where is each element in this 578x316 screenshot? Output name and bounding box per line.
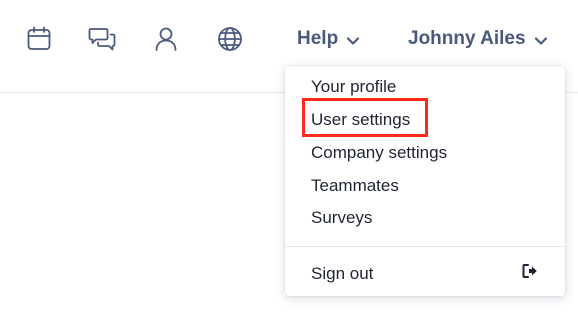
help-label: Help [297, 28, 339, 49]
help-menu-button[interactable]: Help [297, 28, 360, 50]
menu-divider [285, 246, 565, 247]
sign-out-icon[interactable] [521, 262, 539, 280]
globe-icon[interactable] [215, 24, 245, 54]
user-dropdown-menu: Your profile User settings Company setti… [285, 66, 565, 296]
user-icon[interactable] [151, 24, 181, 54]
menu-item-user-settings[interactable]: User settings [311, 110, 410, 130]
user-name: Johnny Ailes [408, 28, 526, 49]
chat-icon[interactable] [87, 24, 117, 54]
menu-item-surveys[interactable]: Surveys [311, 208, 372, 228]
chevron-down-icon [534, 32, 548, 46]
app-page: Help Johnny Ailes Your profile User sett… [0, 0, 578, 316]
menu-item-your-profile[interactable]: Your profile [311, 77, 396, 97]
calendar-icon[interactable] [24, 24, 54, 54]
menu-item-sign-out[interactable]: Sign out [311, 264, 373, 284]
chevron-down-icon [346, 32, 360, 46]
menu-item-company-settings[interactable]: Company settings [311, 143, 447, 163]
menu-item-teammates[interactable]: Teammates [311, 176, 399, 196]
user-menu-button[interactable]: Johnny Ailes [408, 28, 548, 50]
